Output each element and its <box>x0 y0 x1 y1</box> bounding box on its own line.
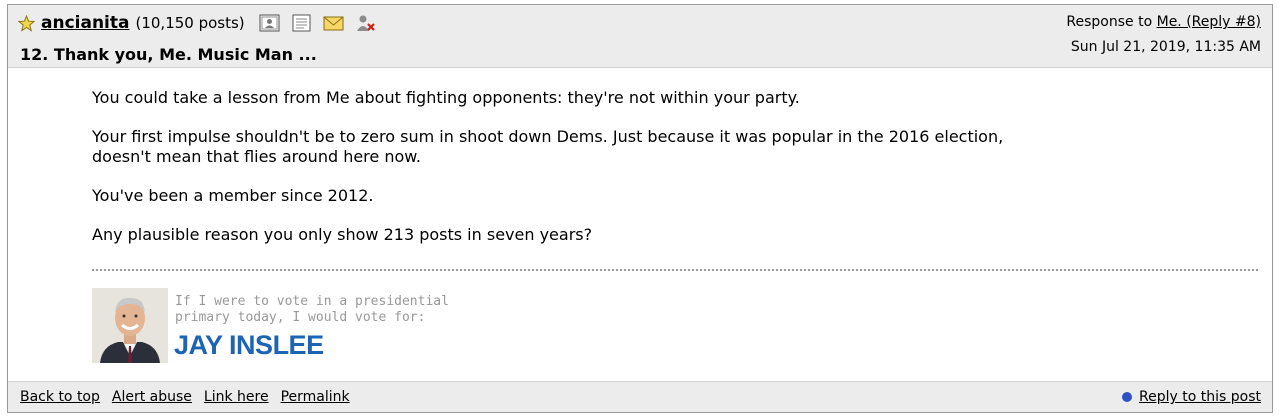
post-title: 12. Thank you, Me. Music Man ... <box>20 45 317 64</box>
signature-line-2: primary today, I would vote for: <box>175 310 426 325</box>
author-line: ancianita (10,150 posts) <box>17 12 387 34</box>
candidate-photo <box>92 288 168 363</box>
post-date: Sun Jul 21, 2019, 11:35 AM <box>1070 39 1261 55</box>
signature-line-1: If I were to vote in a presidential <box>175 294 449 309</box>
candidate-name: JAY INSLEE <box>174 330 324 360</box>
alert-abuse-link[interactable]: Alert abuse <box>112 389 192 405</box>
profile-icon[interactable] <box>259 14 280 32</box>
back-to-top-link[interactable]: Back to top <box>20 389 100 405</box>
reply-area: Reply to this post <box>1122 389 1261 405</box>
signature-text: If I were to vote in a presidential prim… <box>175 294 475 326</box>
post-body: You could take a lesson from Me about fi… <box>92 88 1192 264</box>
author-name-link[interactable]: ancianita <box>41 13 129 33</box>
reply-to-post-link[interactable]: Reply to this post <box>1139 389 1261 405</box>
response-to: Response to Me. (Reply #8) <box>1066 14 1261 30</box>
ignore-icon[interactable] <box>355 14 376 32</box>
post-footer: Back to top Alert abuse Link here Permal… <box>8 381 1272 412</box>
permalink-link[interactable]: Permalink <box>281 389 350 405</box>
mail-icon[interactable] <box>323 14 344 32</box>
post-count: (10,150 posts) <box>135 14 245 32</box>
link-here-link[interactable]: Link here <box>204 389 269 405</box>
body-paragraph: You've been a member since 2012. <box>92 186 374 205</box>
body-paragraph: Any plausible reason you only show 213 p… <box>92 225 593 244</box>
star-icon <box>17 14 36 32</box>
post-header: ancianita (10,150 posts) 12. Thank you, … <box>8 5 1272 68</box>
footer-links: Back to top Alert abuse Link here Permal… <box>20 389 350 405</box>
post-container: ancianita (10,150 posts) 12. Thank you, … <box>7 4 1273 413</box>
body-paragraph: Your first impulse shouldn't be to zero … <box>92 127 1004 166</box>
response-to-label: Response to <box>1066 14 1153 30</box>
response-to-link[interactable]: Me. (Reply #8) <box>1157 14 1261 30</box>
body-paragraph: You could take a lesson from Me about fi… <box>92 88 800 107</box>
author-action-icons <box>259 14 387 32</box>
bullet-icon <box>1122 392 1133 402</box>
journal-icon[interactable] <box>291 14 312 32</box>
signature-divider <box>92 269 1258 271</box>
